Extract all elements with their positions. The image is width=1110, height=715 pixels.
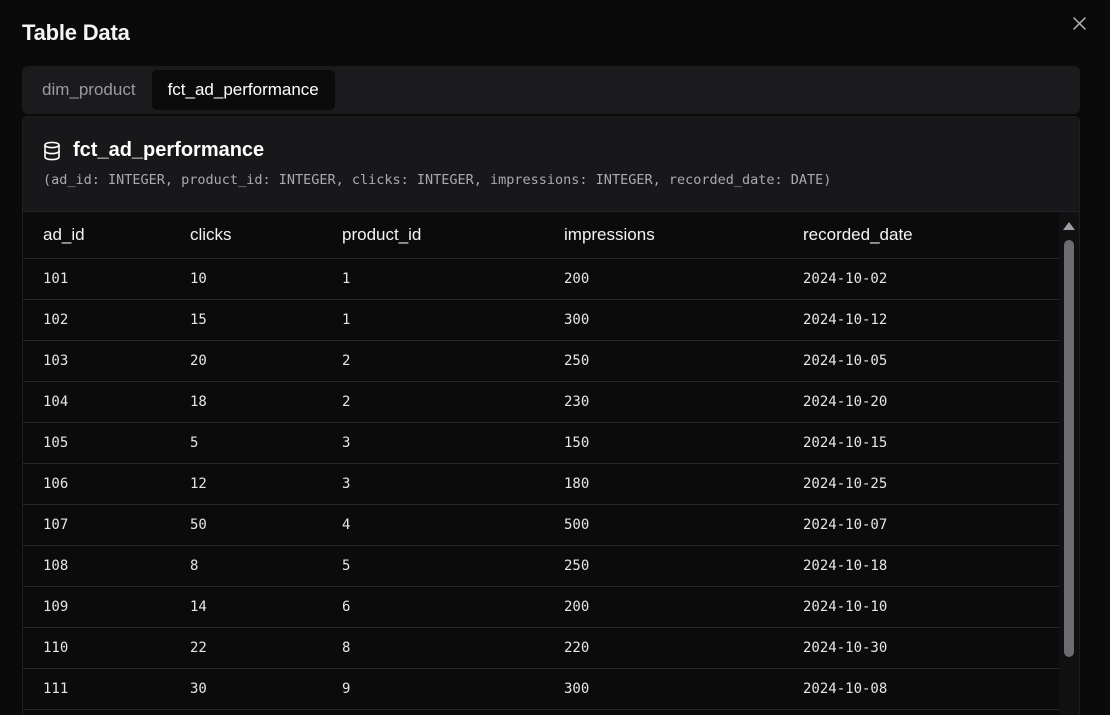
vertical-scrollbar[interactable] [1059, 212, 1079, 715]
table-row: 102 15 1 300 2024-10-12 [23, 299, 1060, 341]
table-cell: 1 [322, 299, 544, 341]
table-cell: 102 [23, 299, 170, 341]
table-cell: 111 [23, 668, 170, 710]
table-header: fct_ad_performance (ad_id: INTEGER, prod… [23, 117, 1079, 212]
table-cell: 500 [544, 504, 783, 546]
table-cell: 9 [322, 668, 544, 710]
table-cell: 101 [23, 258, 170, 300]
data-table: ad_id clicks product_id impressions reco… [23, 212, 1060, 710]
scroll-up-arrow-icon[interactable] [1063, 222, 1075, 230]
table-cell: 2024-10-25 [783, 463, 1060, 505]
table-cell: 109 [23, 586, 170, 628]
table-row: 110 22 8 220 2024-10-30 [23, 627, 1060, 669]
table-cell: 2 [322, 381, 544, 423]
table-cell: 3 [322, 422, 544, 464]
table-cell: 2024-10-15 [783, 422, 1060, 464]
table-cell: 14 [170, 586, 322, 628]
table-cell: 10 [170, 258, 322, 300]
column-header-product-id: product_id [322, 212, 544, 259]
table-cell: 2024-10-12 [783, 299, 1060, 341]
table-header-row: ad_id clicks product_id impressions reco… [23, 212, 1060, 259]
table-cell: 15 [170, 299, 322, 341]
table-cell: 50 [170, 504, 322, 546]
table-cell: 8 [170, 545, 322, 587]
table-cell: 2024-10-20 [783, 381, 1060, 423]
table-cell: 22 [170, 627, 322, 669]
table-cell: 106 [23, 463, 170, 505]
tab-bar: dim_product fct_ad_performance [22, 66, 1080, 114]
table-cell: 180 [544, 463, 783, 505]
table-row: 105 5 3 150 2024-10-15 [23, 422, 1060, 464]
column-header-clicks: clicks [170, 212, 322, 259]
table-cell: 6 [322, 586, 544, 628]
database-icon [43, 141, 63, 161]
table-panel: fct_ad_performance (ad_id: INTEGER, prod… [22, 116, 1080, 715]
modal-title: Table Data [22, 20, 130, 45]
column-header-impressions: impressions [544, 212, 783, 259]
tab-dim-product[interactable]: dim_product [26, 70, 152, 110]
table-cell: 250 [544, 340, 783, 382]
table-cell: 2024-10-05 [783, 340, 1060, 382]
table-cell: 110 [23, 627, 170, 669]
table-cell: 200 [544, 586, 783, 628]
table-name: fct_ad_performance [73, 139, 265, 161]
table-schema: (ad_id: INTEGER, product_id: INTEGER, cl… [43, 172, 832, 188]
table-cell: 2024-10-08 [783, 668, 1060, 710]
table-cell: 30 [170, 668, 322, 710]
table-cell: 1 [322, 258, 544, 300]
table-cell: 5 [322, 545, 544, 587]
table-cell: 200 [544, 258, 783, 300]
table-row: 107 50 4 500 2024-10-07 [23, 504, 1060, 546]
table-cell: 2 [322, 340, 544, 382]
table-cell: 12 [170, 463, 322, 505]
table-cell: 107 [23, 504, 170, 546]
table-cell: 5 [170, 422, 322, 464]
table-cell: 2024-10-07 [783, 504, 1060, 546]
table-row: 106 12 3 180 2024-10-25 [23, 463, 1060, 505]
table-row: 109 14 6 200 2024-10-10 [23, 586, 1060, 628]
table-cell: 300 [544, 299, 783, 341]
table-cell: 103 [23, 340, 170, 382]
table-cell: 3 [322, 463, 544, 505]
table-row: 101 10 1 200 2024-10-02 [23, 258, 1060, 300]
table-row: 111 30 9 300 2024-10-08 [23, 668, 1060, 710]
table-cell: 104 [23, 381, 170, 423]
table-cell: 2024-10-18 [783, 545, 1060, 587]
close-button[interactable] [1070, 14, 1088, 32]
table-cell: 4 [322, 504, 544, 546]
table-row: 104 18 2 230 2024-10-20 [23, 381, 1060, 423]
table-cell: 2024-10-10 [783, 586, 1060, 628]
data-table-container[interactable]: ad_id clicks product_id impressions reco… [23, 212, 1079, 715]
table-row: 103 20 2 250 2024-10-05 [23, 340, 1060, 382]
table-cell: 300 [544, 668, 783, 710]
table-cell: 150 [544, 422, 783, 464]
table-cell: 220 [544, 627, 783, 669]
scrollbar-thumb[interactable] [1064, 240, 1074, 657]
table-row: 108 8 5 250 2024-10-18 [23, 545, 1060, 587]
table-cell: 105 [23, 422, 170, 464]
table-cell: 8 [322, 627, 544, 669]
column-header-recorded-date: recorded_date [783, 212, 1060, 259]
table-cell: 2024-10-30 [783, 627, 1060, 669]
table-cell: 18 [170, 381, 322, 423]
close-icon [1072, 16, 1086, 30]
column-header-ad-id: ad_id [23, 212, 170, 259]
tab-fct-ad-performance[interactable]: fct_ad_performance [151, 70, 335, 110]
table-cell: 20 [170, 340, 322, 382]
table-cell: 108 [23, 545, 170, 587]
table-cell: 2024-10-02 [783, 258, 1060, 300]
table-cell: 250 [544, 545, 783, 587]
table-cell: 230 [544, 381, 783, 423]
